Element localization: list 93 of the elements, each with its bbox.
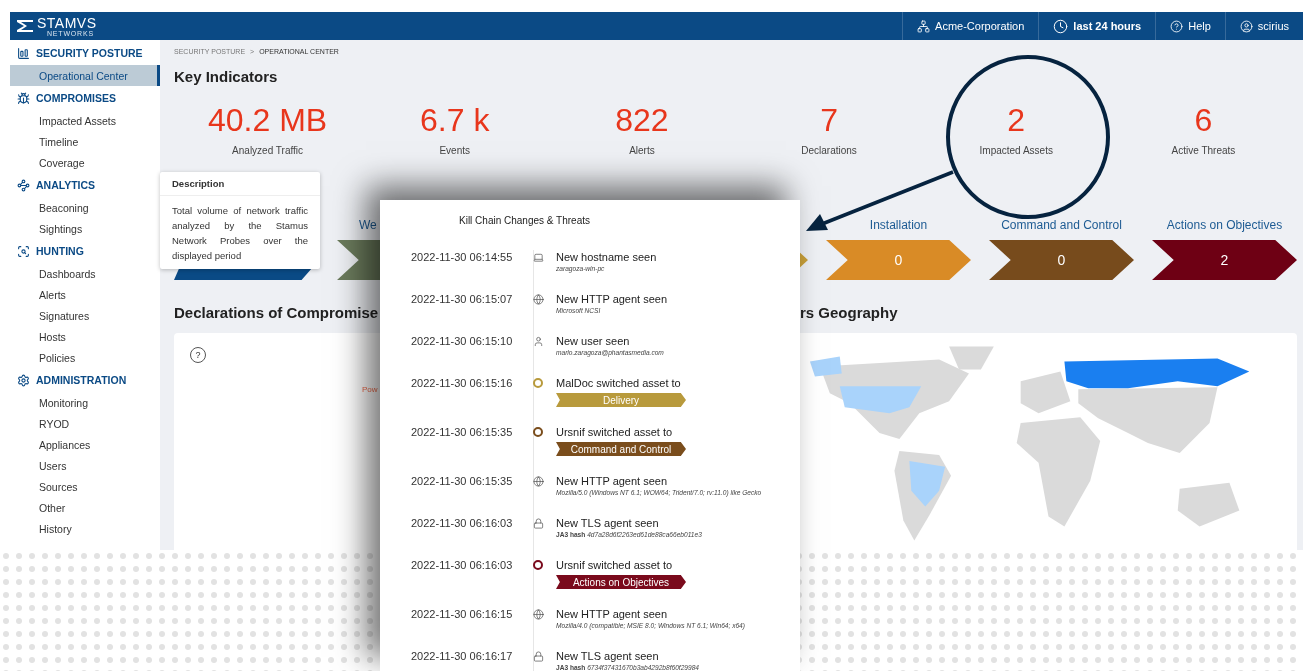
event-time: 2022-11-30 06:15:10	[411, 334, 514, 348]
sidebar-section-title: ADMINISTRATION	[36, 374, 127, 386]
indicator-value: 2	[1007, 101, 1026, 140]
event-title: New hostname seen	[556, 250, 657, 264]
stage-ring-icon	[533, 427, 543, 437]
chart-note: Pow	[362, 385, 378, 394]
indicator-value: 40.2 MB	[208, 101, 328, 140]
event-time: 2022-11-30 06:15:07	[411, 292, 514, 306]
indicator-value: 822	[615, 101, 669, 140]
event-title: New HTTP agent seen	[556, 292, 668, 306]
laptop-icon	[532, 251, 544, 263]
stage-label: We	[358, 218, 377, 233]
section-title: Declarations of Compromise	[174, 304, 379, 322]
sidebar-item[interactable]: Coverage	[10, 152, 160, 173]
event-time: 2022-11-30 06:16:03	[411, 558, 514, 572]
event-time: 2022-11-30 06:16:15	[411, 607, 514, 621]
nodes-icon	[17, 178, 30, 192]
sidebar-section-title: SECURITY POSTURE	[36, 47, 143, 59]
indicator-value: 6	[1194, 101, 1213, 140]
event-title: Ursnif switched asset to	[556, 425, 674, 439]
help-icon	[1170, 19, 1184, 33]
event-time: 2022-11-30 06:15:35	[411, 425, 514, 439]
event-time: 2022-11-30 06:14:55	[411, 250, 514, 264]
stage-label: Actions on Objectives	[1166, 218, 1283, 233]
settings-icon	[17, 373, 30, 387]
indicator-value: 6.7 k	[420, 101, 490, 140]
stage-ring-icon	[533, 378, 543, 388]
event-title: New user seen	[556, 334, 631, 348]
indicator-value: 7	[820, 101, 838, 140]
user-icon	[1239, 19, 1253, 33]
sidebar-item[interactable]: Other	[10, 497, 160, 518]
section-title: Key Indicators	[174, 68, 278, 86]
indicator-label: Events	[439, 145, 471, 156]
indicator-label: Analyzed Traffic	[232, 145, 304, 156]
sidebar-item[interactable]: Signatures	[10, 305, 160, 326]
sidebar-item[interactable]: Beaconing	[10, 197, 160, 218]
sidebar-item[interactable]: Operational Center	[10, 65, 160, 86]
lock-icon	[532, 650, 544, 662]
stage-ring-icon	[533, 560, 543, 570]
sidebar-item[interactable]: Users	[10, 455, 160, 476]
event-time: 2022-11-30 06:15:16	[411, 376, 514, 390]
section-title: rs Geography	[799, 304, 898, 322]
event-title: New HTTP agent seen	[556, 607, 669, 621]
indicator-label: Active Threats	[1171, 145, 1236, 156]
stage-chevron: 0	[989, 240, 1134, 280]
sidebar-item[interactable]: Alerts	[10, 284, 160, 305]
clock-icon	[1053, 18, 1069, 34]
indicator-label: Alerts	[629, 145, 655, 156]
globe-icon	[532, 475, 544, 487]
stage-chevron: 2	[1152, 240, 1297, 280]
chart-icon	[17, 46, 30, 60]
tooltip-text: Total volume of network traffic analyzed by the Stamus Network Probes over the displayed period	[171, 204, 309, 263]
globe-icon	[532, 608, 544, 620]
event-title: New TLS agent seen	[556, 516, 660, 530]
stage-chevron: 0	[826, 240, 971, 280]
sidebar-item[interactable]: Impacted Assets	[10, 110, 160, 131]
event-title: Ursnif switched asset to	[556, 558, 674, 572]
sidebar-section-title: HUNTING	[36, 245, 84, 257]
event-time: 2022-11-30 06:16:17	[411, 649, 514, 663]
event-time: 2022-11-30 06:16:03	[411, 516, 514, 530]
event-title: MalDoc switched asset to	[556, 376, 682, 390]
sidebar-section-title: ANALYTICS	[36, 179, 96, 191]
stage-tag: Delivery	[556, 393, 686, 407]
sidebar-item[interactable]: Sources	[10, 476, 160, 497]
indicator-label: Declarations	[801, 145, 857, 156]
indicator-label: Impacted Assets	[979, 145, 1053, 156]
sidebar-item[interactable]: Sightings	[10, 218, 160, 239]
stage-tag: Command and Control	[556, 442, 686, 456]
sidebar-item[interactable]: Monitoring	[10, 392, 160, 413]
sidebar-item[interactable]: Hosts	[10, 326, 160, 347]
sidebar-item[interactable]: History	[10, 518, 160, 539]
sidebar-item[interactable]: Dashboards	[10, 263, 160, 284]
scan-search-icon	[17, 244, 30, 258]
stage-label: Command and Control	[1001, 218, 1122, 233]
lock-icon	[532, 517, 544, 529]
logo-name: STAMVS	[37, 15, 97, 30]
stage-tag: Actions on Objectives	[556, 575, 686, 589]
sidebar-item[interactable]: RYOD	[10, 413, 160, 434]
globe-icon	[532, 293, 544, 305]
sidebar-item[interactable]: Appliances	[10, 434, 160, 455]
event-time: 2022-11-30 06:15:35	[411, 474, 514, 488]
sidebar-item[interactable]: Timeline	[10, 131, 160, 152]
event-title: New TLS agent seen	[556, 649, 660, 663]
network-icon	[917, 19, 931, 33]
event-title: New HTTP agent seen	[556, 474, 669, 488]
sidebar-item[interactable]: Policies	[10, 347, 160, 368]
tooltip-title: Description	[160, 172, 320, 196]
stage-label: Installation	[869, 218, 928, 233]
bug-icon	[17, 91, 30, 105]
popup-title: Kill Chain Changes & Threats	[458, 214, 591, 227]
logo-icon	[17, 20, 33, 32]
sidebar-section-title: COMPROMISES	[36, 92, 116, 104]
user-icon	[532, 335, 544, 347]
